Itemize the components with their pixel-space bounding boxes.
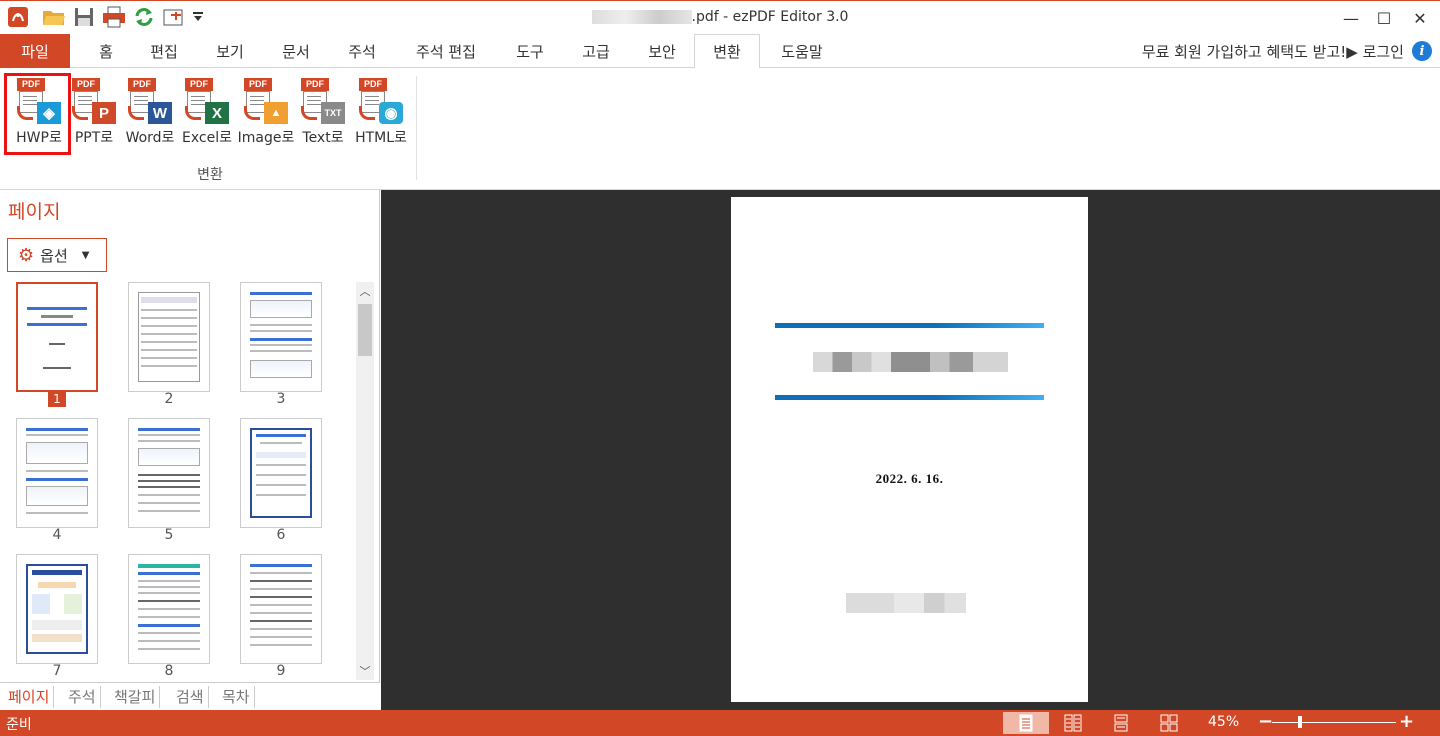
chevron-down-icon: ▼ bbox=[81, 249, 90, 261]
page-number-2: 2 bbox=[164, 391, 174, 407]
convert-to-text-button[interactable]: PDF TXT Text로 bbox=[298, 76, 348, 152]
ribbon-group-label: 변환 bbox=[197, 167, 223, 183]
page-thumbnail-4[interactable] bbox=[16, 418, 98, 528]
convert-to-excel-button[interactable]: PDF X Excel로 bbox=[180, 76, 234, 152]
tab-home[interactable]: 홈 bbox=[86, 34, 126, 68]
tab-pages[interactable]: 페이지 bbox=[4, 686, 55, 708]
thumbnail-scrollbar[interactable]: ︿ ﹀ bbox=[356, 282, 374, 680]
tab-advanced[interactable]: 고급 bbox=[574, 34, 618, 68]
page-thumbnail-7[interactable] bbox=[16, 554, 98, 664]
tab-edit[interactable]: 편집 bbox=[142, 34, 186, 68]
tab-annotation-edit[interactable]: 주석 편집 bbox=[406, 34, 486, 68]
excel-icon: PDF X bbox=[181, 76, 233, 126]
page-number-1: 1 bbox=[16, 391, 98, 407]
redacted-filename bbox=[591, 10, 692, 24]
tab-view[interactable]: 보기 bbox=[208, 34, 252, 68]
window-title: .pdf - ezPDF Editor 3.0 bbox=[0, 9, 1440, 25]
ribbon-panel: PDF ◈ HWP로 PDF P PPT로 PDF W Word로 PDF X … bbox=[0, 68, 1440, 190]
grid-view-icon[interactable] bbox=[1146, 712, 1192, 734]
convert-to-ppt-button[interactable]: PDF P PPT로 bbox=[70, 76, 118, 152]
zoom-in-button[interactable]: + bbox=[1399, 711, 1414, 732]
zoom-out-button[interactable]: − bbox=[1258, 711, 1273, 732]
status-bar: 준비 45% − + bbox=[0, 710, 1440, 736]
options-button[interactable]: ⚙ 옵션 ▼ bbox=[7, 238, 107, 272]
page-thumbnail-8[interactable] bbox=[128, 554, 210, 664]
panel-bottom-tabs: 페이지 주석 책갈피 검색 목차 bbox=[0, 682, 380, 710]
document-view[interactable]: 2022. 6. 16. bbox=[381, 190, 1440, 710]
document-date: 2022. 6. 16. bbox=[875, 471, 944, 486]
panel-title: 페이지 bbox=[8, 201, 61, 223]
title-bar: .pdf - ezPDF Editor 3.0 — ☐ ✕ bbox=[0, 0, 1440, 34]
page-thumbnail-1[interactable] bbox=[16, 282, 98, 392]
redacted-title bbox=[813, 352, 1008, 372]
hwp-highlight-box bbox=[4, 73, 71, 155]
title-top-rule bbox=[775, 323, 1044, 328]
continuous-view-icon[interactable] bbox=[1098, 712, 1144, 734]
redacted-author bbox=[846, 593, 966, 613]
page-thumbnail-9[interactable] bbox=[240, 554, 322, 664]
page-number-5: 5 bbox=[164, 527, 174, 543]
page-number-4: 4 bbox=[52, 527, 62, 543]
page-number-9: 9 bbox=[276, 663, 286, 679]
page-thumbnail-5[interactable] bbox=[128, 418, 210, 528]
tab-annotations[interactable]: 주석 bbox=[64, 686, 101, 708]
signup-login-link[interactable]: 무료 회원 가입하고 혜택도 받고!▶ 로그인 bbox=[1142, 41, 1404, 62]
ribbon-tab-bar: 파일 홈 편집 보기 문서 주석 주석 편집 도구 고급 보안 변환 도움말 무… bbox=[0, 34, 1440, 69]
scroll-down-icon[interactable]: ﹀ bbox=[356, 662, 374, 680]
tab-annotation[interactable]: 주석 bbox=[340, 34, 384, 68]
maximize-button[interactable]: ☐ bbox=[1369, 5, 1399, 31]
zoom-level: 45% bbox=[1208, 714, 1240, 730]
page-number-3: 3 bbox=[276, 391, 286, 407]
tab-toc[interactable]: 목차 bbox=[218, 686, 255, 708]
close-button[interactable]: ✕ bbox=[1405, 5, 1435, 31]
convert-to-word-button[interactable]: PDF W Word로 bbox=[122, 76, 178, 152]
tab-convert[interactable]: 변환 bbox=[694, 34, 760, 69]
image-icon: PDF ▲ bbox=[240, 76, 292, 126]
gear-icon: ⚙ bbox=[18, 244, 35, 266]
page-thumbnail-2[interactable] bbox=[128, 282, 210, 392]
tab-security[interactable]: 보안 bbox=[640, 34, 684, 68]
tab-search[interactable]: 검색 bbox=[172, 686, 209, 708]
html-icon: PDF ◉ bbox=[355, 76, 407, 126]
info-icon[interactable]: i bbox=[1412, 41, 1432, 61]
page-panel: 페이지 ⚙ 옵션 ▼ 1 2 3 4 5 6 7 8 9 ︿ ﹀ 페이지 주석 … bbox=[0, 190, 380, 710]
two-page-view-icon[interactable] bbox=[1050, 712, 1096, 734]
title-bottom-rule bbox=[775, 395, 1044, 400]
scroll-up-icon[interactable]: ︿ bbox=[356, 282, 374, 300]
tab-document[interactable]: 문서 bbox=[274, 34, 318, 68]
page-thumbnail-6[interactable] bbox=[240, 418, 322, 528]
single-page-view-icon[interactable] bbox=[1003, 712, 1049, 734]
page-number-8: 8 bbox=[164, 663, 174, 679]
document-page: 2022. 6. 16. bbox=[731, 197, 1088, 702]
convert-to-html-button[interactable]: PDF ◉ HTML로 bbox=[352, 76, 410, 152]
tab-tools[interactable]: 도구 bbox=[508, 34, 552, 68]
tab-file[interactable]: 파일 bbox=[0, 34, 70, 68]
ppt-icon: PDF P bbox=[68, 76, 120, 126]
status-text: 준비 bbox=[6, 717, 32, 733]
text-icon: PDF TXT bbox=[297, 76, 349, 126]
convert-to-image-button[interactable]: PDF ▲ Image로 bbox=[236, 76, 296, 152]
word-icon: PDF W bbox=[124, 76, 176, 126]
tab-help[interactable]: 도움말 bbox=[774, 34, 830, 68]
zoom-slider[interactable] bbox=[1272, 722, 1396, 723]
page-thumbnail-3[interactable] bbox=[240, 282, 322, 392]
page-number-7: 7 bbox=[52, 663, 62, 679]
minimize-button[interactable]: — bbox=[1336, 5, 1366, 31]
page-number-6: 6 bbox=[276, 527, 286, 543]
scroll-thumb[interactable] bbox=[358, 304, 372, 356]
zoom-slider-handle[interactable] bbox=[1298, 716, 1302, 728]
tab-bookmarks[interactable]: 책갈피 bbox=[110, 686, 161, 708]
